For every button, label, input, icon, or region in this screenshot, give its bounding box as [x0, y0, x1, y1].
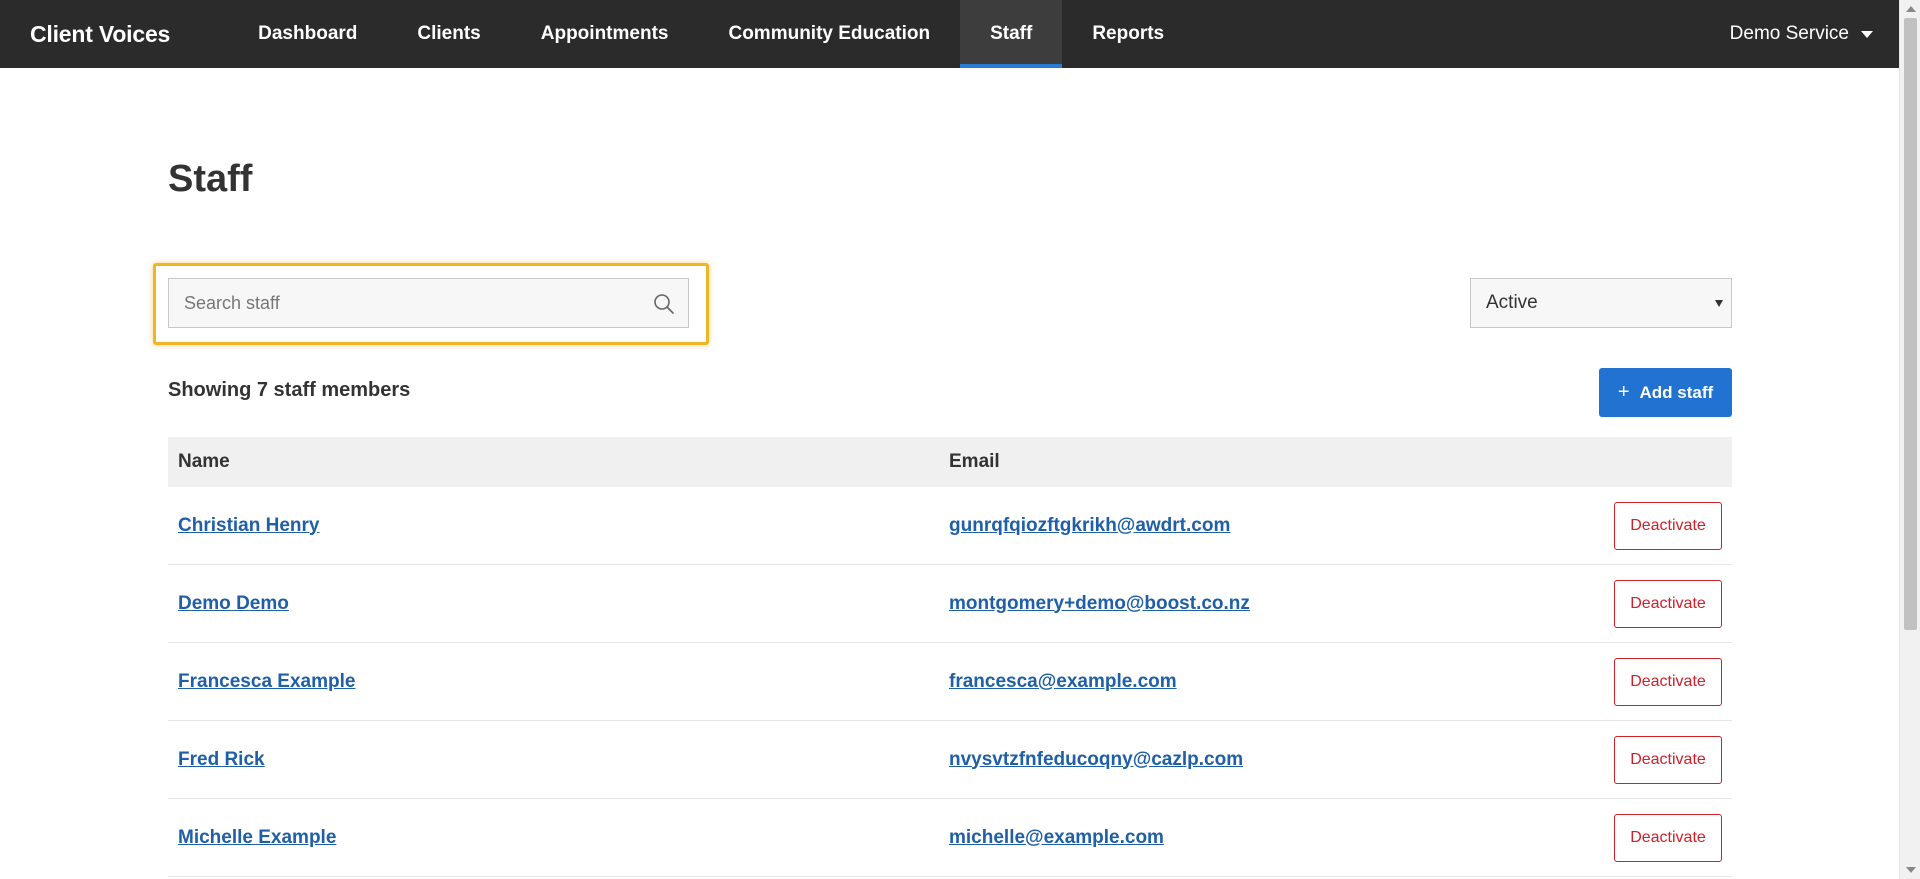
brand-logo[interactable]: Client Voices: [0, 0, 200, 68]
header-name: Name: [178, 451, 230, 472]
staff-name-link[interactable]: Michelle Example: [178, 827, 336, 848]
nav-dashboard[interactable]: Dashboard: [228, 0, 387, 68]
search-field[interactable]: [168, 278, 689, 328]
staff-email-link[interactable]: montgomery+demo@boost.co.nz: [949, 593, 1250, 614]
table-row: Francesca Example francesca@example.com …: [168, 643, 1732, 721]
deactivate-button[interactable]: Deactivate: [1614, 735, 1722, 784]
nav-staff[interactable]: Staff: [960, 0, 1063, 68]
plus-icon: +: [1617, 381, 1630, 403]
staff-table: Name Email Christian Henry gunrqfqiozftg…: [168, 437, 1732, 877]
top-navbar: Client Voices Dashboard Clients Appointm…: [0, 0, 1899, 68]
table-header: Name Email: [168, 437, 1732, 487]
search-input[interactable]: [169, 292, 639, 314]
header-email: Email: [949, 451, 1000, 472]
scrollbar[interactable]: [1899, 0, 1920, 879]
staff-count: Showing 7 staff members: [168, 379, 411, 401]
staff-name-link[interactable]: Fred Rick: [178, 749, 265, 770]
nav-reports[interactable]: Reports: [1062, 0, 1194, 68]
status-filter-select[interactable]: Active: [1470, 278, 1732, 328]
staff-email-link[interactable]: nvysvtzfnfeducoqny@cazlp.com: [949, 749, 1243, 770]
scroll-thumb[interactable]: [1904, 18, 1917, 630]
search-icon[interactable]: [652, 292, 676, 316]
status-filter-value: Active: [1486, 292, 1538, 313]
deactivate-button[interactable]: Deactivate: [1614, 501, 1722, 550]
table-row: Demo Demo montgomery+demo@boost.co.nz De…: [168, 565, 1732, 643]
deactivate-button[interactable]: Deactivate: [1614, 579, 1722, 628]
page-title: Staff: [168, 158, 253, 200]
deactivate-button[interactable]: Deactivate: [1614, 657, 1722, 706]
add-staff-label: Add staff: [1639, 382, 1714, 402]
staff-email-link[interactable]: michelle@example.com: [949, 827, 1164, 848]
table-row: Christian Henry gunrqfqiozftgkrikh@awdrt…: [168, 487, 1732, 565]
staff-name-link[interactable]: Demo Demo: [178, 593, 289, 614]
chevron-down-icon: [1861, 30, 1873, 38]
staff-name-link[interactable]: Francesca Example: [178, 671, 355, 692]
staff-name-link[interactable]: Christian Henry: [178, 515, 319, 536]
nav-clients[interactable]: Clients: [387, 0, 510, 68]
account-label: Demo Service: [1729, 23, 1849, 44]
dropdown-caret-icon: [1715, 300, 1723, 307]
staff-email-link[interactable]: francesca@example.com: [949, 671, 1177, 692]
nav-appointments[interactable]: Appointments: [511, 0, 699, 68]
staff-email-link[interactable]: gunrqfqiozftgkrikh@awdrt.com: [949, 515, 1230, 536]
account-menu[interactable]: Demo Service: [1730, 0, 1899, 68]
nav-community-education[interactable]: Community Education: [698, 0, 960, 68]
table-row: Michelle Example michelle@example.com De…: [168, 799, 1732, 877]
main-nav: Dashboard Clients Appointments Community…: [228, 0, 1194, 68]
scroll-down-arrow-icon[interactable]: [1906, 867, 1916, 873]
table-row: Fred Rick nvysvtzfnfeducoqny@cazlp.com D…: [168, 721, 1732, 799]
add-staff-button[interactable]: + Add staff: [1599, 368, 1732, 417]
scroll-up-arrow-icon[interactable]: [1906, 6, 1916, 12]
deactivate-button[interactable]: Deactivate: [1614, 813, 1722, 862]
